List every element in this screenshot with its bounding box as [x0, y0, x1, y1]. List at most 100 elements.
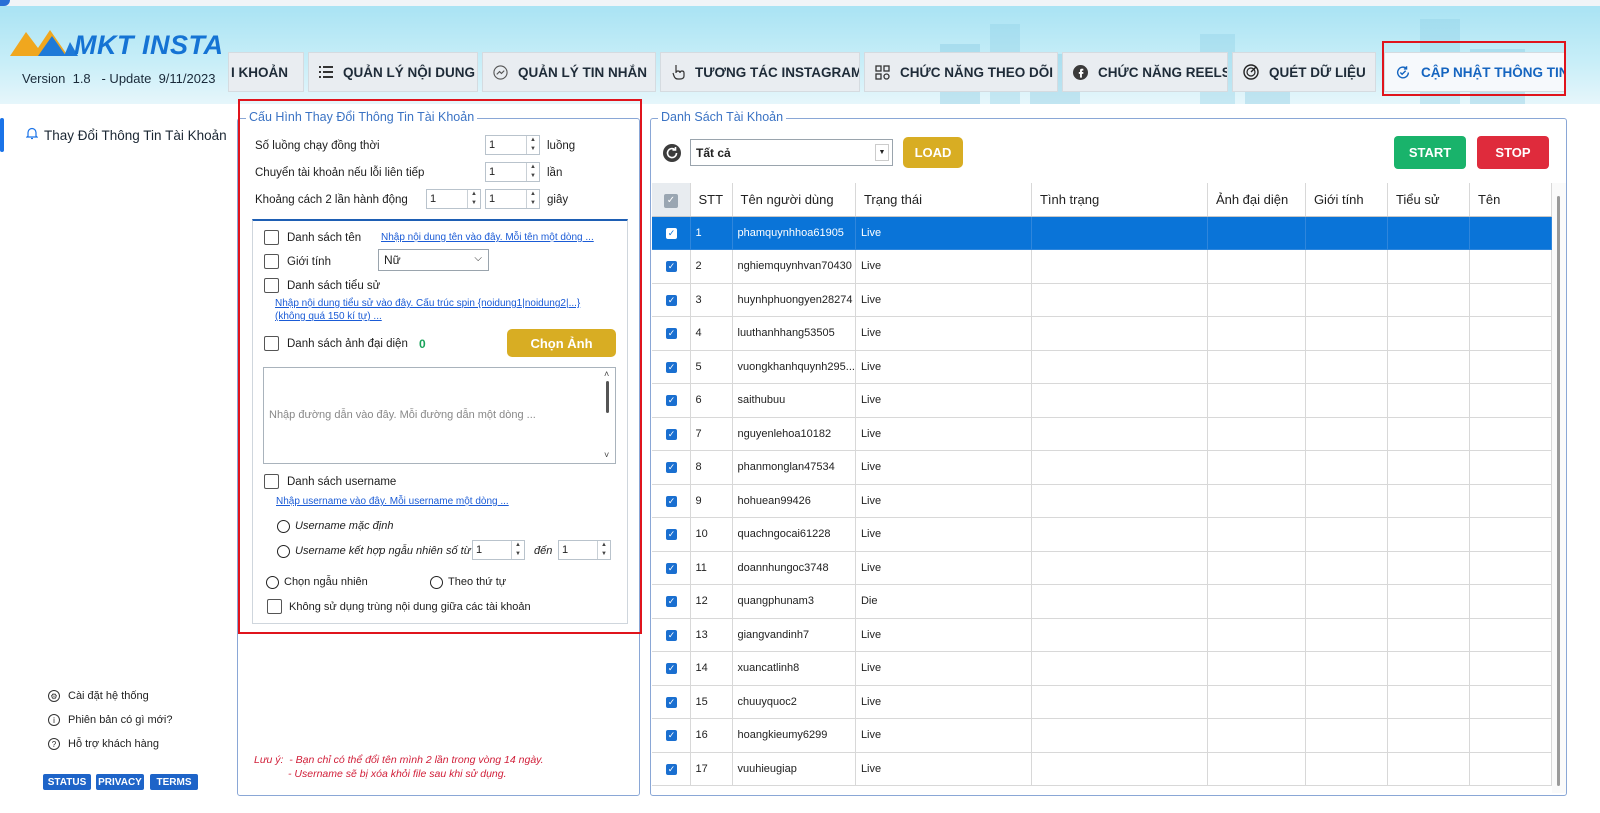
stop-button[interactable]: STOP — [1477, 136, 1549, 169]
scroll-down-icon[interactable]: ˅ — [604, 450, 609, 460]
refresh-icon[interactable] — [662, 143, 682, 166]
row-checkbox[interactable]: ✓ — [652, 584, 691, 619]
table-row[interactable]: ✓ 16 hoangkieumy6299 Live — [652, 718, 1552, 753]
col-header[interactable]: Ảnh đại diện — [1207, 183, 1306, 217]
tab-messages[interactable]: QUẢN LÝ TIN NHẮN — [482, 52, 656, 92]
row-checkbox[interactable]: ✓ — [652, 685, 691, 719]
names-checkbox[interactable] — [264, 230, 279, 245]
table-row[interactable]: ✓ 15 chuuyquoc2 Live — [652, 685, 1552, 719]
no-duplicate-checkbox[interactable] — [267, 599, 282, 614]
row-checkbox[interactable]: ✓ — [652, 618, 691, 652]
no-duplicate-label: Không sử dụng trùng nội dung giữa các tà… — [289, 601, 531, 613]
random-from-stepper[interactable]: 1 ▲ ▼ — [472, 540, 525, 560]
table-row[interactable]: ✓ 17 vuuhieugiap Live — [652, 752, 1552, 786]
table-scroll-thumb[interactable] — [1557, 196, 1560, 786]
stepper-arrows-icon[interactable]: ▲ ▼ — [526, 190, 539, 208]
row-checkbox[interactable]: ✓ — [652, 283, 691, 317]
start-button[interactable]: START — [1394, 136, 1466, 169]
cell-bio — [1387, 685, 1470, 719]
customer-support-link[interactable]: ? Hỗ trợ khách hàng — [48, 738, 159, 750]
table-row[interactable]: ✓ 11 doannhungoc3748 Live — [652, 551, 1552, 585]
table-row[interactable]: ✓ 8 phanmonglan47534 Live — [652, 450, 1552, 485]
privacy-button[interactable]: PRIVACY — [96, 774, 144, 790]
names-link[interactable]: Nhập nội dung tên vào đây. Mỗi tên một d… — [381, 232, 594, 243]
col-header[interactable]: Tình trạng — [1031, 183, 1208, 217]
row-checkbox[interactable]: ✓ — [652, 216, 691, 250]
sidebar-item-change-account-info[interactable]: Thay Đổi Thông Tin Tài Khoản — [0, 118, 230, 152]
table-row[interactable]: ✓ 4 luuthanhhang53505 Live — [652, 316, 1552, 351]
row-checkbox[interactable]: ✓ — [652, 417, 691, 451]
stepper-arrows-icon[interactable]: ▲ ▼ — [526, 163, 539, 181]
row-checkbox[interactable]: ✓ — [652, 383, 691, 418]
col-header[interactable]: Trạng thái — [855, 183, 1032, 217]
stepper-arrows-icon[interactable]: ▲ ▼ — [597, 541, 610, 559]
bio-link-2[interactable]: (không quá 150 kí tự) ... — [275, 311, 382, 322]
table-row[interactable]: ✓ 6 saithubuu Live — [652, 383, 1552, 418]
username-checkbox[interactable] — [264, 474, 279, 489]
switch-stepper[interactable]: 1 ▲ ▼ — [485, 162, 540, 182]
scroll-up-icon[interactable]: ˄ — [604, 369, 609, 379]
table-row[interactable]: ✓ 12 quangphunam3 Die — [652, 584, 1552, 619]
gender-checkbox[interactable] — [264, 254, 279, 269]
table-row[interactable]: ✓ 7 nguyenlehoa10182 Live — [652, 417, 1552, 451]
row-checkbox[interactable]: ✓ — [652, 517, 691, 552]
gender-select[interactable]: Nữ ⌵ — [378, 249, 489, 271]
table-row[interactable]: ✓ 1 phamquynhhoa61905 Live — [652, 216, 1552, 250]
random-to-stepper[interactable]: 1 ▲ ▼ — [558, 540, 611, 560]
row-checkbox[interactable]: ✓ — [652, 551, 691, 585]
tab-update-info[interactable]: CẬP NHẬT THÔNG TIN — [1384, 52, 1566, 92]
pick-random-radio[interactable] — [266, 576, 279, 589]
col-header[interactable]: Tiểu sử — [1387, 183, 1470, 217]
stepper-arrows-icon[interactable]: ▲ ▼ — [526, 136, 539, 154]
select-all-checkbox[interactable]: ✓ — [652, 183, 691, 217]
tab-label: CHỨC NĂNG THEO DÕI — [900, 64, 1053, 80]
tab-instagram-interaction[interactable]: TƯƠNG TÁC INSTAGRAM — [660, 52, 860, 92]
tab-accounts[interactable]: I KHOẢN — [228, 52, 304, 92]
col-header[interactable]: Tên người dùng — [732, 183, 856, 217]
delay-min-stepper[interactable]: 1 ▲ ▼ — [426, 189, 481, 209]
tab-reels[interactable]: CHỨC NĂNG REELS — [1062, 52, 1228, 92]
status-button[interactable]: STATUS — [43, 774, 91, 790]
row-checkbox[interactable]: ✓ — [652, 484, 691, 518]
system-settings-link[interactable]: ⚙ Cài đặt hệ thống — [48, 690, 149, 702]
row-checkbox[interactable]: ✓ — [652, 350, 691, 384]
table-row[interactable]: ✓ 14 xuancatlinh8 Live — [652, 651, 1552, 686]
table-row[interactable]: ✓ 2 nghiemquynhvan70430 Live — [652, 249, 1552, 284]
table-row[interactable]: ✓ 3 huynhphuongyen28274 Live — [652, 283, 1552, 317]
username-random-radio[interactable] — [277, 545, 290, 558]
row-checkbox[interactable]: ✓ — [652, 249, 691, 284]
tab-follow-functions[interactable]: CHỨC NĂNG THEO DÕI — [864, 52, 1058, 92]
table-row[interactable]: ✓ 13 giangvandinh7 Live — [652, 618, 1552, 652]
delay-max-stepper[interactable]: 1 ▲ ▼ — [485, 189, 540, 209]
row-checkbox[interactable]: ✓ — [652, 752, 691, 786]
col-header[interactable]: Tên — [1469, 183, 1552, 217]
col-header[interactable]: STT — [690, 183, 733, 217]
choose-image-button[interactable]: Chọn Ảnh — [507, 329, 616, 357]
stepper-arrows-icon[interactable]: ▲ ▼ — [467, 190, 480, 208]
tab-content-management[interactable]: QUẢN LÝ NỘI DUNG — [308, 52, 478, 92]
row-checkbox[interactable]: ✓ — [652, 718, 691, 753]
username-link[interactable]: Nhập username vào đây. Mỗi username một … — [276, 496, 509, 507]
account-filter-select[interactable]: Tất cả ▼ — [690, 139, 893, 166]
table-row[interactable]: ✓ 5 vuongkhanhquynh295... Live — [652, 350, 1552, 384]
pick-order-radio[interactable] — [430, 576, 443, 589]
terms-button[interactable]: TERMS — [150, 774, 198, 790]
row-checkbox[interactable]: ✓ — [652, 450, 691, 485]
bio-checkbox[interactable] — [264, 278, 279, 293]
bio-label: Danh sách tiểu sử — [287, 280, 381, 292]
row-checkbox[interactable]: ✓ — [652, 316, 691, 351]
bio-link-1[interactable]: Nhập nội dung tiểu sử vào đây. Cấu trúc … — [275, 298, 580, 309]
threads-stepper[interactable]: 1 ▲ ▼ — [485, 135, 540, 155]
textarea-scrollbar[interactable] — [606, 381, 609, 413]
row-checkbox[interactable]: ✓ — [652, 651, 691, 686]
col-header[interactable]: Giới tính — [1305, 183, 1388, 217]
table-row[interactable]: ✓ 10 quachngocai61228 Live — [652, 517, 1552, 552]
whats-new-link[interactable]: i Phiên bản có gì mới? — [48, 714, 172, 726]
avatar-checkbox[interactable] — [264, 336, 279, 351]
stepper-arrows-icon[interactable]: ▲ ▼ — [511, 541, 524, 559]
load-button[interactable]: LOAD — [903, 137, 963, 168]
table-row[interactable]: ✓ 9 hohuean99426 Live — [652, 484, 1552, 518]
tab-scan-data[interactable]: QUÉT DỮ LIỆU — [1232, 52, 1376, 92]
cell-gender — [1305, 450, 1388, 485]
username-default-radio[interactable] — [277, 520, 290, 533]
